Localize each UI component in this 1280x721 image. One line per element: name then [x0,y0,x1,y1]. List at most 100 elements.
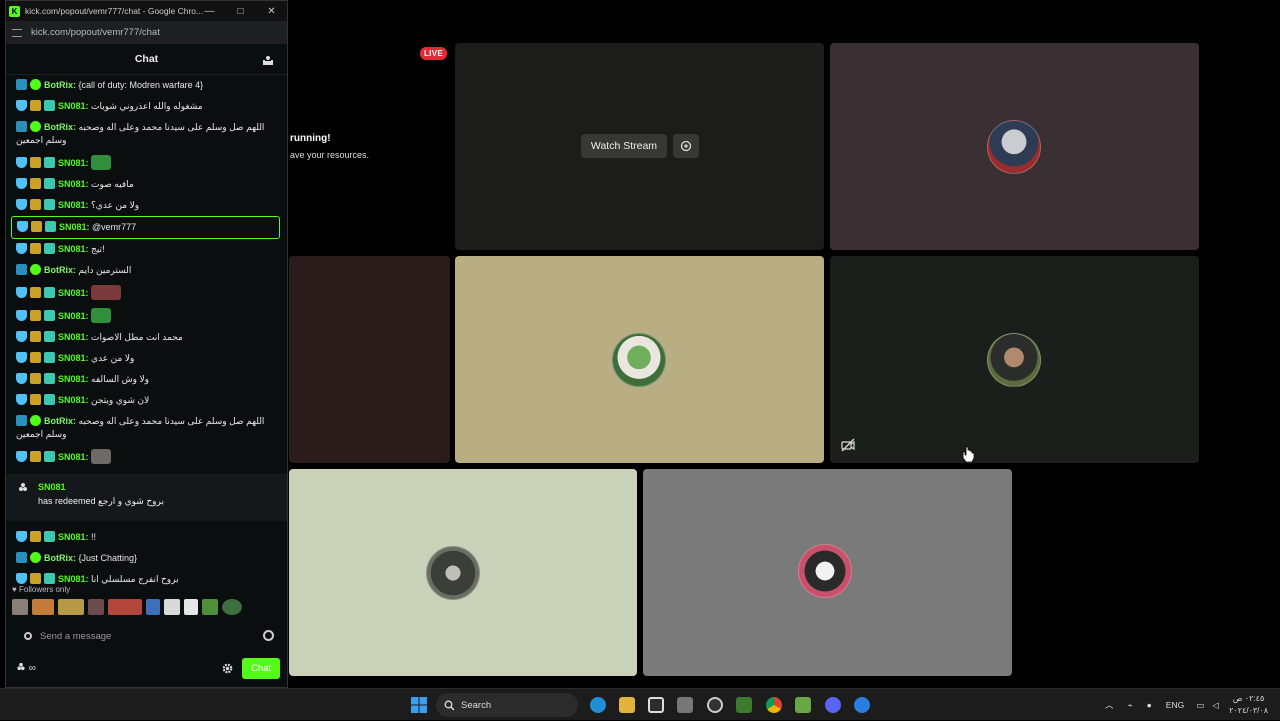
wifi-icon[interactable]: ▭ [1196,700,1204,711]
maximize-button[interactable]: □ [225,1,256,21]
emote-icon[interactable] [12,599,28,615]
og-badge-icon [44,394,55,405]
chevron-up-icon[interactable]: ︿ [1105,699,1114,711]
chat-message[interactable]: SN081: مشغوله والله اعذروني شويات [6,96,287,117]
gear-icon[interactable] [221,662,234,675]
chat-message[interactable]: SN081: ولا من عدي [6,348,287,369]
emote-picker-icon[interactable] [24,632,32,640]
chat-message[interactable]: BotRix: السترمين دايم [6,260,287,281]
participant-avatar [987,333,1041,387]
video-tile-mid-center[interactable] [455,256,824,463]
emote-icon [90,155,111,170]
volume-icon[interactable]: ◁ [1212,700,1219,711]
search-label: Search [461,699,492,711]
chat-message[interactable]: SN081: [6,304,287,327]
emote-icon[interactable] [146,599,160,615]
send-chat-button[interactable]: Chat [242,658,280,679]
address-bar[interactable]: kick.com/popout/vemr777/chat [6,21,287,44]
camera-off-icon [841,438,855,452]
og-badge-icon [44,287,55,298]
microphone-icon[interactable]: ● [1147,700,1152,710]
app-record-icon[interactable] [707,697,723,713]
smile-icon[interactable] [263,630,274,641]
users-icon[interactable] [263,55,273,65]
window-titlebar[interactable]: K kick.com/popout/vemr777/chat - Google … [6,1,287,21]
app-game-icon[interactable] [736,697,752,713]
chat-message[interactable]: SN081: ولا وش السالفه [6,369,287,390]
video-tile-bottom-right[interactable] [643,469,1012,676]
chat-message[interactable]: SN081: [6,445,287,468]
kick-points-icon [19,483,27,491]
subscriber-badge-icon [16,157,27,168]
app-chess-icon[interactable] [795,697,811,713]
chat-message[interactable]: BotRix: {call of duty: Modren warfare 4} [6,75,287,96]
chat-message[interactable]: SN081: لان شوي ويتجن [6,390,287,411]
app-hex-icon[interactable] [677,697,693,713]
og-badge-icon [44,451,55,462]
chat-message[interactable]: BotRix: {Just Chatting} [6,548,287,569]
video-tile-mid-left[interactable] [289,256,450,463]
kick-points-icon [17,662,25,671]
taskbar-clock[interactable]: ٠٢:٤٥ ص ٢٠٢٤/٠٣/٠٨ [1229,693,1268,717]
subscriber-badge-icon [16,352,27,363]
watch-stream-button[interactable]: Watch Stream [581,134,667,158]
network-app-icon[interactable]: ⌁ [1128,700,1133,711]
participant-avatar [426,546,480,600]
subscriber-badge-icon [16,373,27,384]
subscriber-badge-icon [16,451,27,462]
minimize-button[interactable]: — [194,1,225,21]
chat-bottom-bar: ∞ Chat [16,658,280,680]
message-input[interactable]: Send a message [14,623,278,649]
discord-icon[interactable] [825,697,841,713]
emote-icon[interactable] [184,599,198,615]
chat-message[interactable]: SN081: محمد انت مطل الاصوات [6,327,287,348]
language-indicator[interactable]: ENG [1166,700,1184,710]
emote-icon[interactable] [108,599,142,615]
emote-icon[interactable] [58,599,84,615]
crown-badge-icon [30,352,41,363]
video-tile-top-right[interactable] [830,43,1199,250]
chat-popout-window: K kick.com/popout/vemr777/chat - Google … [5,0,288,688]
video-tile-mid-right[interactable] [830,256,1199,463]
close-button[interactable]: ✕ [256,1,287,21]
chat-message[interactable]: SN081: تيج! [6,239,287,260]
running-subtitle: ave your resources. [290,150,370,160]
emote-quick-bar[interactable] [12,599,242,615]
subscriber-badge-icon [16,199,27,210]
chat-message[interactable]: SN081: !! [6,527,287,548]
og-badge-icon [44,352,55,363]
chat-message-mention[interactable]: SN081: @vemr777 [11,216,280,239]
chat-message[interactable]: SN081: [6,281,287,304]
kick-logo-icon: K [9,5,20,17]
og-badge-icon [44,100,55,111]
chat-message[interactable]: SN081: ولا من عدي؟ [6,195,287,216]
windows-start-icon[interactable] [411,697,427,713]
emote-icon[interactable] [202,599,218,615]
popout-icon[interactable] [673,134,699,158]
site-settings-icon[interactable] [12,28,22,37]
chat-message-list[interactable]: BotRix: {call of duty: Modren warfare 4}… [6,75,287,590]
verified-badge-icon [30,415,41,426]
windows-taskbar: Search ︿ ⌁ ● ENG ▭ ◁ ٠٢:٤٥ ص ٢٠٢٤/٠٣/٠٨ [0,688,1280,720]
chrome-icon[interactable] [766,697,782,713]
file-explorer-icon[interactable] [619,697,635,713]
kick-points-balance[interactable]: ∞ [16,662,36,674]
emote-icon[interactable] [222,599,242,615]
crown-badge-icon [30,331,41,342]
chat-message[interactable]: SN081: [6,151,287,174]
store-icon[interactable] [648,697,664,713]
chat-message[interactable]: BotRix: اللهم صل وسلم على سيدنا محمد وعل… [6,117,287,151]
emote-icon[interactable] [88,599,104,615]
taskbar-search[interactable]: Search [436,693,578,717]
redeem-username[interactable]: SN081 [38,480,287,494]
emote-icon[interactable] [32,599,54,615]
video-tile-bottom-left[interactable] [289,469,637,676]
address-url: kick.com/popout/vemr777/chat [31,27,160,38]
emote-icon[interactable] [164,599,180,615]
app-blue-icon[interactable] [854,697,870,713]
emote-icon [90,285,121,300]
chat-message[interactable]: BotRix: اللهم صل وسلم على سيدنا محمد وعل… [6,411,287,445]
chat-message[interactable]: SN081: مافيه صوت [6,174,287,195]
running-title: running! [290,133,331,144]
edge-icon[interactable] [590,697,606,713]
